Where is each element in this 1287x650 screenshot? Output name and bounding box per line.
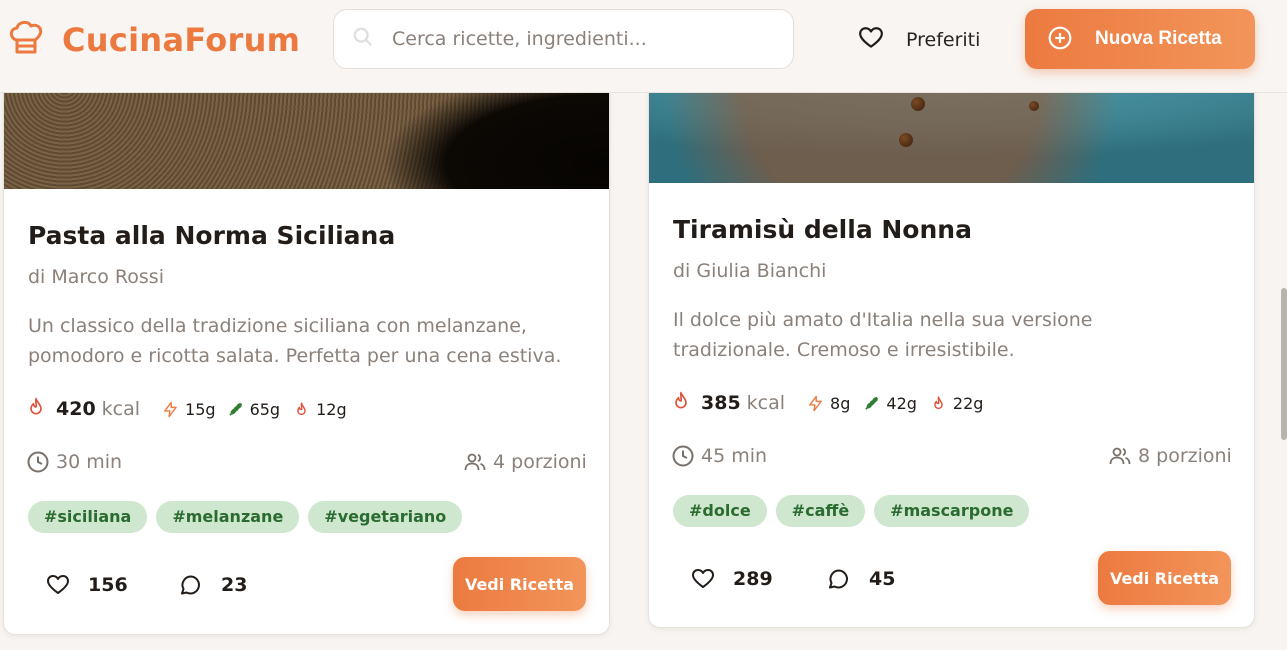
view-recipe-button[interactable]: Vedi Ricetta (453, 557, 586, 611)
new-recipe-label: Nuova Ricetta (1095, 28, 1222, 49)
fat-stat: 22g (930, 393, 984, 413)
search-box[interactable] (333, 9, 794, 69)
clock-icon (27, 451, 49, 473)
protein-value: 15g (185, 399, 216, 419)
heart-icon (47, 575, 69, 594)
recipe-card[interactable]: Pasta alla Norma Siciliana di Marco Ross… (3, 60, 610, 635)
prep-time-value: 45 min (701, 445, 768, 467)
tag[interactable]: #siciliana (28, 501, 148, 533)
prep-time-value: 30 min (56, 451, 123, 473)
drop-flame-icon (297, 401, 306, 415)
favorites-link[interactable]: Preferiti (858, 22, 980, 58)
heart-icon (858, 25, 884, 55)
carbs-value: 65g (249, 399, 281, 419)
carbs-value: 42g (886, 393, 917, 413)
comment-icon (181, 575, 200, 595)
tag[interactable]: #dolce (673, 495, 767, 527)
fat-value: 22g (952, 393, 984, 413)
tag[interactable]: #melanzane (156, 501, 300, 533)
search-input[interactable] (392, 28, 772, 50)
tag-list: #dolce #caffè #mascarpone (673, 495, 1030, 527)
kcal-value: 385 (701, 392, 741, 414)
people-icon (1109, 447, 1131, 465)
servings-value: 4 porzioni (493, 451, 587, 473)
tag[interactable]: #caffè (775, 495, 866, 527)
comment-button[interactable]: 23 (179, 573, 247, 597)
top-header: CucinaForum Preferiti Nuova Ricetta (0, 0, 1287, 93)
flame-icon (26, 397, 46, 421)
recipe-description: Il dolce più amato d'Italia nella sua ve… (673, 309, 1093, 361)
new-recipe-button[interactable]: Nuova Ricetta (1025, 9, 1255, 69)
recipe-title[interactable]: Tiramisù della Nonna (673, 215, 972, 244)
servings: 4 porzioni (463, 450, 587, 474)
app-name: CucinaForum (62, 21, 301, 59)
clock-icon (672, 445, 694, 467)
drop-flame-icon (934, 395, 943, 409)
plus-circle-icon (1025, 25, 1073, 54)
heart-icon (692, 569, 714, 588)
fat-value: 12g (316, 399, 347, 419)
tag-list: #siciliana #melanzane #vegetariano (28, 501, 463, 533)
coffee-bean-decoration (1029, 101, 1039, 111)
recipe-author[interactable]: di Marco Rossi (28, 266, 164, 288)
fat-stat: 12g (293, 400, 347, 419)
search-icon (334, 26, 374, 52)
comment-icon (829, 569, 848, 589)
comment-button[interactable]: 45 (827, 567, 895, 591)
wheat-icon (865, 396, 879, 410)
recipe-card[interactable]: Tiramisù della Nonna di Giulia Bianchi I… (648, 60, 1255, 628)
favorites-label: Preferiti (906, 29, 981, 51)
bolt-icon (809, 395, 822, 411)
like-count: 289 (733, 568, 773, 590)
carbs-stat: 42g (863, 394, 917, 413)
tag[interactable]: #mascarpone (874, 495, 1030, 527)
nutrition-row: 420 kcal 15g 65g 12g (26, 394, 347, 424)
nutrition-row: 385 kcal 8g 42g 22g (671, 388, 983, 418)
like-button[interactable]: 156 (46, 573, 128, 597)
chef-hat-icon (6, 18, 46, 62)
bolt-icon (164, 401, 177, 417)
logo[interactable]: CucinaForum (6, 18, 300, 62)
like-button[interactable]: 289 (691, 567, 773, 591)
tag[interactable]: #vegetariano (308, 501, 463, 533)
protein-stat: 8g (807, 394, 850, 413)
page-scrollbar[interactable] (1281, 288, 1287, 440)
recipe-author[interactable]: di Giulia Bianchi (673, 260, 826, 282)
kcal-value: 420 (56, 398, 96, 420)
kcal-unit: kcal (746, 392, 786, 414)
recipe-description: Un classico della tradizione siciliana c… (28, 315, 562, 367)
prep-time: 45 min (671, 444, 767, 468)
wheat-icon (228, 402, 242, 416)
view-recipe-button[interactable]: Vedi Ricetta (1098, 551, 1231, 605)
servings: 8 porzioni (1108, 444, 1232, 468)
servings-value: 8 porzioni (1138, 445, 1232, 467)
coffee-bean-decoration (911, 97, 925, 111)
carbs-stat: 65g (227, 399, 281, 419)
like-count: 156 (88, 574, 128, 596)
comment-count: 45 (869, 568, 896, 590)
flame-icon (671, 391, 691, 415)
coffee-bean-decoration (899, 133, 913, 147)
protein-stat: 15g (162, 400, 216, 419)
protein-value: 8g (830, 393, 851, 413)
kcal-unit: kcal (101, 398, 141, 420)
comment-count: 23 (221, 574, 248, 596)
prep-time: 30 min (26, 450, 122, 474)
people-icon (464, 453, 486, 471)
recipe-title[interactable]: Pasta alla Norma Siciliana (28, 221, 395, 250)
